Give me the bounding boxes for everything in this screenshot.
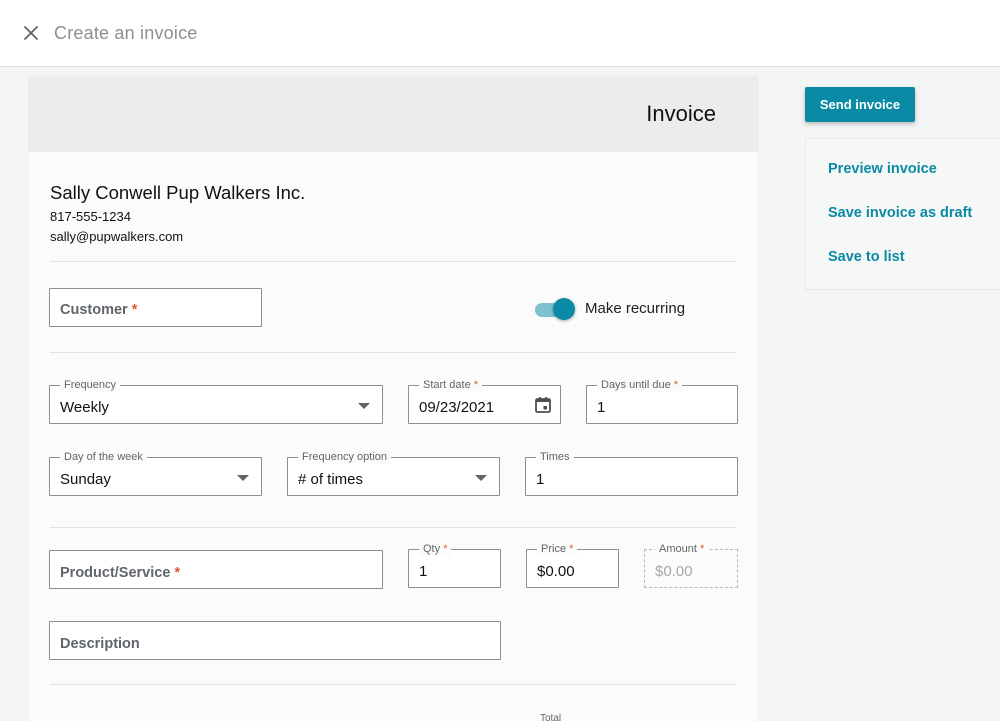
company-name: Sally Conwell Pup Walkers Inc.	[50, 182, 305, 204]
calendar-icon[interactable]	[534, 396, 552, 414]
product-service-placeholder: Product/Service	[60, 565, 170, 581]
page-title: Create an invoice	[54, 23, 197, 44]
company-email: sally@pupwalkers.com	[50, 229, 183, 244]
chevron-down-icon	[358, 403, 370, 409]
times-value: 1	[536, 471, 544, 488]
start-date-label: Start date	[423, 379, 471, 391]
top-bar: Create an invoice	[0, 0, 1000, 67]
price-value: $0.00	[537, 563, 575, 580]
amount-label: Amount	[659, 543, 697, 555]
qty-field[interactable]: Qty * 1	[408, 549, 501, 588]
company-phone: 817-555-1234	[50, 209, 131, 224]
times-field[interactable]: Times 1	[525, 457, 738, 496]
required-mark: *	[474, 379, 478, 391]
save-to-list-link[interactable]: Save to list	[828, 249, 905, 265]
amount-field: Amount * $0.00	[644, 549, 738, 588]
divider	[50, 261, 737, 262]
recurring-toggle[interactable]	[535, 298, 575, 322]
required-mark: *	[132, 302, 138, 318]
chevron-down-icon	[237, 475, 249, 481]
frequency-option-value: # of times	[298, 471, 363, 488]
required-mark: *	[674, 379, 678, 391]
preview-invoice-link[interactable]: Preview invoice	[828, 161, 937, 177]
frequency-select[interactable]: Frequency Weekly	[49, 385, 383, 424]
total-label: Total	[540, 713, 561, 721]
invoice-header: Invoice	[29, 76, 758, 152]
send-invoice-button[interactable]: Send invoice	[805, 87, 915, 122]
invoice-form: Invoice Sally Conwell Pup Walkers Inc. 8…	[29, 76, 758, 721]
start-date-field[interactable]: Start date * 09/23/2021	[408, 385, 561, 424]
required-mark: *	[443, 543, 447, 555]
qty-value: 1	[419, 563, 427, 580]
description-placeholder: Description	[60, 636, 140, 652]
frequency-value: Weekly	[60, 399, 109, 416]
customer-placeholder: Customer	[60, 302, 128, 318]
close-icon[interactable]	[20, 22, 42, 44]
amount-value: $0.00	[655, 563, 693, 580]
required-mark: *	[569, 543, 573, 555]
required-mark: *	[700, 543, 704, 555]
price-field[interactable]: Price * $0.00	[526, 549, 619, 588]
toggle-knob	[553, 298, 575, 320]
days-until-due-value: 1	[597, 399, 605, 416]
days-until-due-label: Days until due	[601, 379, 671, 391]
divider	[50, 527, 737, 528]
frequency-option-select[interactable]: Frequency option # of times	[287, 457, 500, 496]
chevron-down-icon	[475, 475, 487, 481]
start-date-value: 09/23/2021	[419, 399, 494, 416]
day-of-week-select[interactable]: Day of the week Sunday	[49, 457, 262, 496]
required-mark: *	[174, 565, 180, 581]
times-label: Times	[536, 450, 574, 464]
frequency-label: Frequency	[60, 378, 120, 392]
divider	[50, 684, 737, 685]
invoice-heading: Invoice	[646, 101, 716, 127]
price-label: Price	[541, 543, 566, 555]
divider	[50, 352, 737, 353]
day-of-week-value: Sunday	[60, 471, 111, 488]
frequency-option-label: Frequency option	[298, 450, 391, 464]
save-draft-link[interactable]: Save invoice as draft	[828, 205, 972, 221]
qty-label: Qty	[423, 543, 440, 555]
days-until-due-field[interactable]: Days until due * 1	[586, 385, 738, 424]
day-of-week-label: Day of the week	[60, 450, 147, 464]
description-field[interactable]: Description	[49, 621, 501, 660]
customer-field[interactable]: Customer *	[49, 288, 262, 327]
side-actions-panel: Preview invoice Save invoice as draft Sa…	[805, 138, 1000, 290]
recurring-label: Make recurring	[585, 300, 685, 317]
product-service-field[interactable]: Product/Service *	[49, 550, 383, 589]
